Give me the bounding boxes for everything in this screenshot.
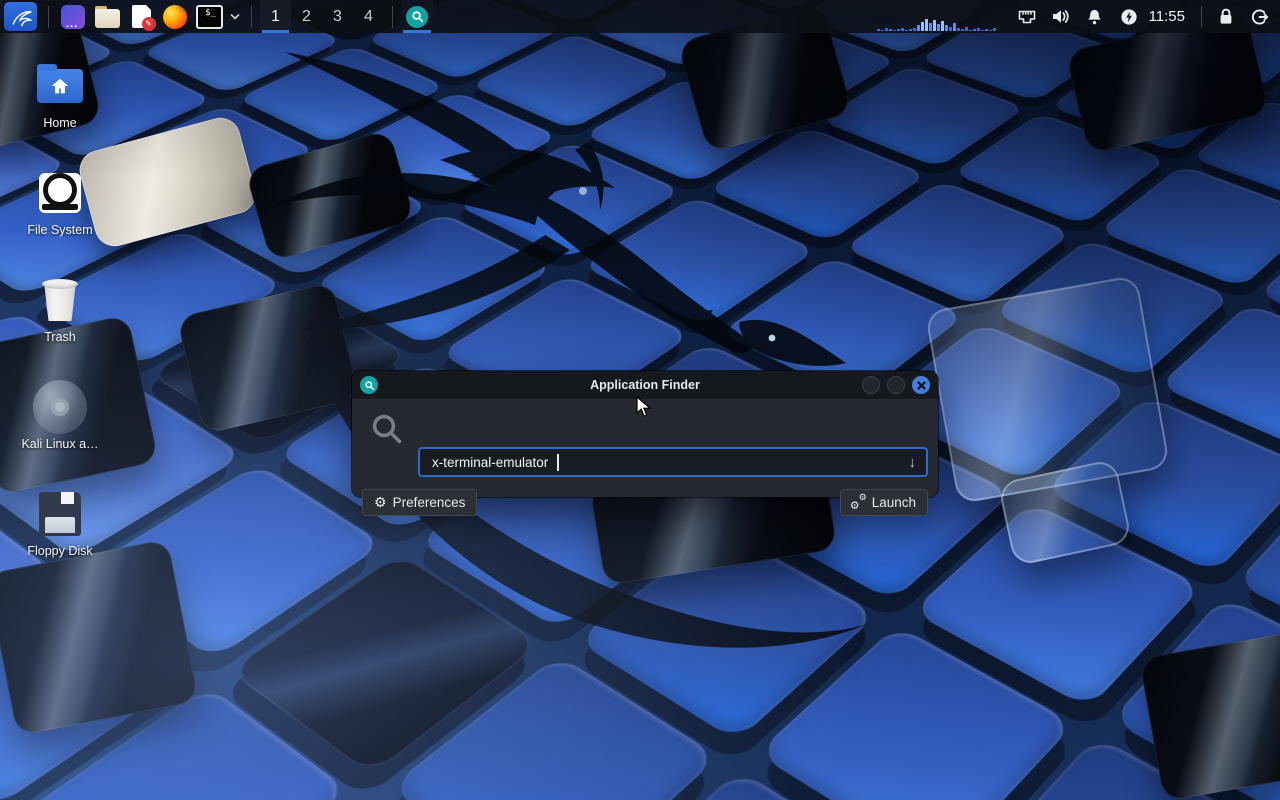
desktop-icon-file-system[interactable]: File System [12, 159, 108, 266]
lock-icon [1218, 8, 1234, 26]
desktop-icon-home[interactable]: Home [12, 52, 108, 159]
kali-logo-icon [9, 5, 33, 29]
clock[interactable]: 11:55 [1147, 8, 1193, 25]
folder-icon [95, 9, 120, 28]
lock-screen-button[interactable] [1210, 0, 1242, 33]
wallpaper-glass-cube [925, 275, 1171, 504]
desktop-icon-kali-linux[interactable]: Kali Linux a… [12, 373, 108, 480]
close-button[interactable] [912, 376, 930, 394]
desktop-icon-column: Home File System Trash Kali Linux a… Flo… [12, 52, 108, 587]
launch-button[interactable]: ⚙⚙ Launch [840, 489, 928, 516]
cd-disc-icon [33, 380, 87, 434]
ethernet-icon [1017, 9, 1037, 25]
dropdown-arrow-icon[interactable]: ↓ [909, 454, 917, 471]
power-manager-tray-button[interactable] [1113, 0, 1145, 33]
pencil-badge-icon: ✎ [142, 17, 156, 31]
run-gears-icon: ⚙⚙ [852, 495, 866, 510]
home-folder-icon [37, 69, 83, 103]
appfinder-panel-button[interactable] [401, 0, 433, 33]
launcher-firefox[interactable] [159, 1, 191, 32]
launch-button-label: Launch [872, 495, 916, 510]
document-icon: ✎ [132, 5, 151, 28]
window-controls [862, 376, 930, 394]
panel-separator [48, 6, 49, 28]
search-input-value: x-terminal-emulator [432, 455, 548, 470]
speaker-icon [1051, 8, 1070, 25]
desktop: Home File System Trash Kali Linux a… Flo… [0, 0, 1280, 800]
appfinder-window-icon [360, 376, 378, 394]
text-caret [557, 454, 559, 471]
preferences-button[interactable]: ⚙ Preferences [362, 489, 477, 516]
terminal-icon: $_ [196, 5, 223, 29]
power-bolt-icon [1120, 8, 1138, 26]
launcher-terminal[interactable]: $_ [193, 1, 225, 32]
panel-separator [1201, 6, 1202, 28]
hard-drive-icon [39, 173, 81, 213]
search-icon [370, 412, 404, 446]
desktop-icon-label: Home [43, 116, 76, 130]
launcher-files-app[interactable] [57, 1, 89, 32]
workspace-button-2[interactable]: 2 [291, 0, 322, 33]
trash-bin-icon [42, 279, 78, 321]
search-input[interactable]: x-terminal-emulator ↓ [418, 447, 928, 477]
workspace-switcher: 1 2 3 4 [260, 0, 384, 33]
desktop-icon-label: Floppy Disk [27, 544, 92, 558]
window-titlebar[interactable]: Application Finder [352, 371, 938, 399]
desktop-icon-label: Trash [44, 330, 76, 344]
logout-button[interactable] [1244, 0, 1276, 33]
volume-tray-button[interactable] [1045, 0, 1077, 33]
floppy-disk-icon [39, 492, 81, 536]
window-app-icon [61, 5, 85, 29]
cpu-graph[interactable] [877, 1, 999, 32]
firefox-icon [163, 5, 187, 29]
panel-separator [392, 6, 393, 28]
bell-icon [1086, 8, 1103, 26]
preferences-button-label: Preferences [393, 495, 466, 510]
panel-separator [251, 6, 252, 28]
desktop-icon-label: Kali Linux a… [21, 437, 98, 451]
search-icon [406, 6, 428, 28]
desktop-icon-label: File System [27, 223, 92, 237]
window-title: Application Finder [352, 371, 938, 399]
application-finder-window: Application Finder x-terminal-emulator ↓… [352, 371, 938, 497]
launcher-text-editor[interactable]: ✎ [125, 1, 157, 32]
notifications-tray-button[interactable] [1079, 0, 1111, 33]
minimize-button[interactable] [862, 376, 880, 394]
terminal-dropdown-chevron[interactable] [227, 2, 243, 32]
desktop-icon-trash[interactable]: Trash [12, 266, 108, 373]
top-panel: ✎ $_ 1 2 3 4 [0, 0, 1280, 33]
workspace-button-4[interactable]: 4 [353, 0, 384, 33]
network-tray-button[interactable] [1011, 0, 1043, 33]
desktop-icon-floppy-disk[interactable]: Floppy Disk [12, 480, 108, 587]
close-icon [917, 381, 926, 390]
maximize-button[interactable] [887, 376, 905, 394]
logout-icon [1251, 8, 1269, 26]
gear-icon: ⚙ [374, 494, 387, 511]
workspace-button-1[interactable]: 1 [260, 0, 291, 33]
dialog-body: x-terminal-emulator ↓ ⚙ Preferences ⚙⚙ L… [352, 399, 938, 497]
applications-menu-button[interactable] [4, 2, 37, 31]
launcher-file-manager[interactable] [91, 1, 123, 32]
workspace-button-3[interactable]: 3 [322, 0, 353, 33]
chevron-down-icon [230, 13, 240, 20]
